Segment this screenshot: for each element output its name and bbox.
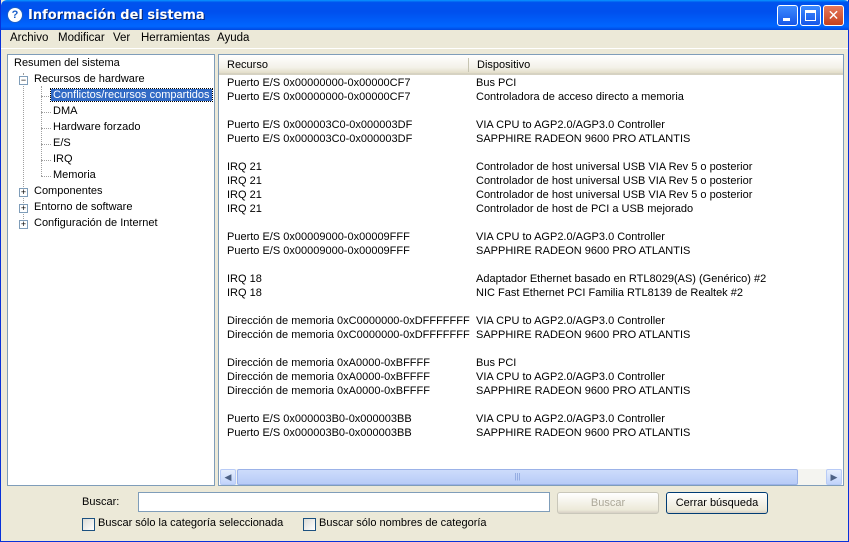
device-cell: VIA CPU to AGP2.0/AGP3.0 Controller xyxy=(476,371,665,383)
arrow-left-icon[interactable]: ◀ xyxy=(220,469,236,485)
close-button[interactable]: ✕ xyxy=(823,5,844,26)
resource-cell: Puerto E/S 0x000003B0-0x000003BB xyxy=(227,427,412,439)
tree-item-entorno-software[interactable]: Entorno de software xyxy=(34,201,132,213)
tree-item-irq[interactable]: IRQ xyxy=(53,153,73,165)
tree-item-memoria[interactable]: Memoria xyxy=(53,169,96,181)
title-bar[interactable]: ? Información del sistema ✕ xyxy=(1,0,849,30)
tree-connector xyxy=(41,176,51,177)
device-cell: NIC Fast Ethernet PCI Familia RTL8139 de… xyxy=(476,287,743,299)
device-cell: Bus PCI xyxy=(476,77,517,89)
tree-connector xyxy=(41,96,51,97)
device-cell: SAPPHIRE RADEON 9600 PRO ATLANTIS xyxy=(476,245,691,257)
device-cell: SAPPHIRE RADEON 9600 PRO ATLANTIS xyxy=(476,385,691,397)
resource-cell: IRQ 18 xyxy=(227,273,262,285)
device-cell: VIA CPU to AGP2.0/AGP3.0 Controller xyxy=(476,413,665,425)
device-cell: Bus PCI xyxy=(476,357,517,369)
menu-ver[interactable]: Ver xyxy=(113,32,130,44)
column-header-label: Recurso xyxy=(227,59,268,71)
device-cell: VIA CPU to AGP2.0/AGP3.0 Controller xyxy=(476,231,665,243)
resource-cell: IRQ 21 xyxy=(227,203,262,215)
close-search-button[interactable]: Cerrar búsqueda xyxy=(666,492,768,514)
menu-modificar[interactable]: Modificar xyxy=(58,32,105,44)
search-input[interactable] xyxy=(138,492,550,512)
menu-archivo[interactable]: Archivo xyxy=(10,32,48,44)
resource-cell: IRQ 21 xyxy=(227,161,262,173)
resource-list[interactable]: Recurso Dispositivo Puerto E/S 0x0000000… xyxy=(218,54,844,486)
system-info-window: ? Información del sistema ✕ Archivo Modi… xyxy=(0,0,849,542)
maximize-button[interactable] xyxy=(800,5,821,26)
device-cell: Controlador de host universal USB VIA Re… xyxy=(476,161,753,173)
close-icon: ✕ xyxy=(827,7,840,23)
collapse-icon[interactable]: − xyxy=(19,76,28,85)
column-header-recurso[interactable]: Recurso xyxy=(219,55,469,75)
device-cell: VIA CPU to AGP2.0/AGP3.0 Controller xyxy=(476,315,665,327)
tree-connector xyxy=(41,160,51,161)
device-cell: Controlador de host universal USB VIA Re… xyxy=(476,189,753,201)
resource-cell: Puerto E/S 0x00009000-0x00009FFF xyxy=(227,245,410,257)
tree-connector xyxy=(41,128,51,129)
checkbox-label: Buscar sólo nombres de categoría xyxy=(319,517,487,529)
resource-cell: Puerto E/S 0x00009000-0x00009FFF xyxy=(227,231,410,243)
resource-cell: Dirección de memoria 0xA0000-0xBFFFF xyxy=(227,371,430,383)
resource-cell: Dirección de memoria 0xA0000-0xBFFFF xyxy=(227,385,430,397)
checkbox-box[interactable] xyxy=(303,518,316,531)
expand-icon[interactable]: + xyxy=(19,204,28,213)
resource-cell: Puerto E/S 0x00000000-0x00000CF7 xyxy=(227,77,411,89)
resource-cell: Puerto E/S 0x000003C0-0x000003DF xyxy=(227,133,413,145)
checkbox-label: Buscar sólo la categoría seleccionada xyxy=(98,517,284,529)
column-header-label: Dispositivo xyxy=(477,59,531,71)
find-button[interactable]: Buscar xyxy=(557,492,659,514)
window-title: Información del sistema xyxy=(28,8,205,23)
tree-connector xyxy=(41,86,42,176)
horizontal-scrollbar[interactable]: ◀ ||| ▶ xyxy=(220,469,842,485)
device-cell: SAPPHIRE RADEON 9600 PRO ATLANTIS xyxy=(476,133,691,145)
scrollbar-thumb[interactable]: ||| xyxy=(237,469,798,485)
device-cell: Controlador de host de PCI a USB mejorad… xyxy=(476,203,694,215)
category-tree[interactable]: Resumen del sistema − Recursos de hardwa… xyxy=(7,54,215,486)
menu-bar: Archivo Modificar Ver Herramientas Ayuda xyxy=(1,30,848,49)
tree-item-hardware-forzado[interactable]: Hardware forzado xyxy=(53,121,140,133)
info-icon: ? xyxy=(7,7,23,23)
tree-item-conflictos[interactable]: Conflictos/recursos compartidos xyxy=(50,88,213,102)
arrow-right-icon[interactable]: ▶ xyxy=(826,469,842,485)
tree-connector xyxy=(41,112,51,113)
search-label: Buscar: xyxy=(82,496,120,508)
minimize-button[interactable] xyxy=(777,5,798,26)
column-header-dispositivo[interactable]: Dispositivo xyxy=(469,55,843,75)
tree-item-resumen[interactable]: Resumen del sistema xyxy=(14,57,120,69)
resource-cell: Dirección de memoria 0xC0000000-0xDFFFFF… xyxy=(227,315,470,327)
resource-cell: IRQ 21 xyxy=(227,189,262,201)
tree-connector xyxy=(41,144,51,145)
resource-cell: IRQ 18 xyxy=(227,287,262,299)
menu-ayuda[interactable]: Ayuda xyxy=(217,32,249,44)
tree-item-es[interactable]: E/S xyxy=(53,137,71,149)
expand-icon[interactable]: + xyxy=(19,220,28,229)
tree-item-config-internet[interactable]: Configuración de Internet xyxy=(34,217,158,229)
device-cell: Adaptador Ethernet basado en RTL8029(AS)… xyxy=(476,273,767,285)
device-cell: VIA CPU to AGP2.0/AGP3.0 Controller xyxy=(476,119,665,131)
resource-cell: Puerto E/S 0x000003B0-0x000003BB xyxy=(227,413,412,425)
menu-herramientas[interactable]: Herramientas xyxy=(141,32,210,44)
device-cell: Controladora de acceso directo a memoria xyxy=(476,91,684,103)
expand-icon[interactable]: + xyxy=(19,188,28,197)
maximize-icon xyxy=(805,10,816,21)
checkbox-box[interactable] xyxy=(82,518,95,531)
device-cell: SAPPHIRE RADEON 9600 PRO ATLANTIS xyxy=(476,427,691,439)
tree-item-componentes[interactable]: Componentes xyxy=(34,185,103,197)
resource-cell: Dirección de memoria 0xC0000000-0xDFFFFF… xyxy=(227,329,470,341)
tree-item-recursos-hardware[interactable]: Recursos de hardware xyxy=(34,73,145,85)
resource-cell: Puerto E/S 0x000003C0-0x000003DF xyxy=(227,119,413,131)
resource-cell: IRQ 21 xyxy=(227,175,262,187)
resource-cell: Puerto E/S 0x00000000-0x00000CF7 xyxy=(227,91,411,103)
minimize-icon xyxy=(783,18,790,21)
device-cell: Controlador de host universal USB VIA Re… xyxy=(476,175,753,187)
resource-cell: Dirección de memoria 0xA0000-0xBFFFF xyxy=(227,357,430,369)
tree-item-dma[interactable]: DMA xyxy=(53,105,77,117)
device-cell: SAPPHIRE RADEON 9600 PRO ATLANTIS xyxy=(476,329,691,341)
